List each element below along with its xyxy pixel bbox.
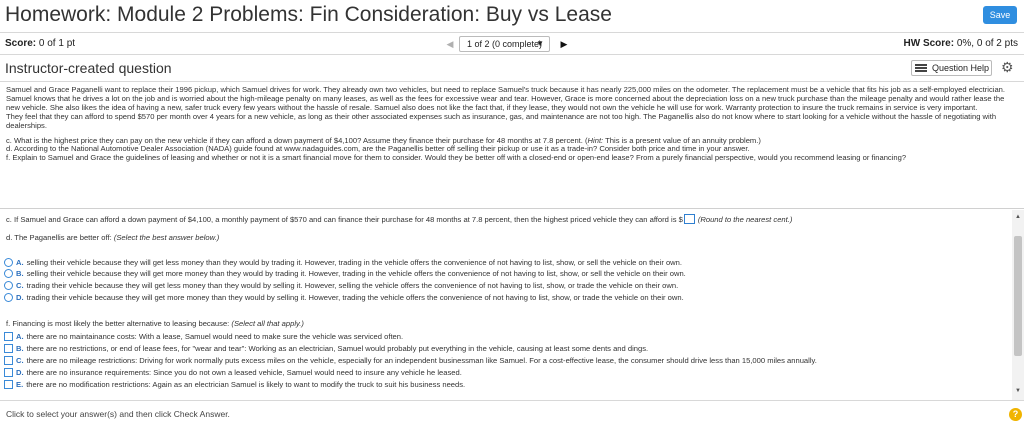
answer-c-text: c. If Samuel and Grace can afford a down… [6,215,683,224]
score: Score: 0 of 1 pt [5,38,75,49]
question-select-value: 1 of 2 (0 complete) [467,39,543,49]
answer-f-text: f. Financing is most likely the better a… [6,319,230,328]
radio-button[interactable] [4,269,13,278]
d-option-d[interactable]: D. trading their vehicle because they wi… [4,292,684,303]
question-help-button[interactable]: Question Help [911,60,992,76]
answer-d: d. The Paganellis are better off: (Selec… [6,233,219,242]
divider [0,208,1024,209]
score-value: 0 of 1 pt [38,38,76,49]
option-text: selling their vehicle because they will … [26,269,686,278]
scenario-paragraph-3: They feel that they can afford to spend … [6,111,997,130]
answer-c-input[interactable] [683,214,695,224]
scrollbar-thumb[interactable] [1014,236,1022,356]
question-c-hint-text: This is a present value of an annuity pr… [603,135,761,145]
scenario-paragraph-2: Samuel knows that he drives a lot on the… [6,93,1005,112]
checkbox[interactable] [4,380,13,389]
chevron-right-icon[interactable]: ▶ [553,36,575,52]
radio-button[interactable] [4,281,13,290]
question-navigator: ◀ 1 of 2 (0 complete) ▼ ▶ [441,36,575,52]
score-label: Score: [5,38,37,49]
caret-down-icon: ▼ [536,39,544,48]
answer-area: c. If Samuel and Grace can afford a down… [0,210,1012,400]
option-text: trading their vehicle because they will … [26,281,679,290]
page-title: Homework: Module 2 Problems: Fin Conside… [5,3,612,26]
question-f-prompt: f. Explain to Samuel and Grace the guide… [6,153,907,163]
help-icon[interactable]: ? [1009,408,1022,421]
radio-button[interactable] [4,293,13,302]
question-type-title: Instructor-created question [5,60,172,76]
answer-d-text: d. The Paganellis are better off: [6,233,112,242]
f-option-c[interactable]: C. there are no mileage restrictions: Dr… [4,355,817,366]
scroll-down-icon[interactable]: ▼ [1015,388,1021,394]
score-bar: Score: 0 of 1 pt ◀ 1 of 2 (0 complete) ▼… [0,33,1024,55]
d-option-a[interactable]: A. selling their vehicle because they wi… [4,257,682,268]
option-text: there are no mileage restrictions: Drivi… [26,356,817,365]
answer-f-hint: (Select all that apply.) [231,319,304,328]
f-option-a[interactable]: A. there are no maintainance costs: With… [4,331,403,342]
option-text: there are no modification restrictions: … [26,380,466,389]
option-letter: D. [16,368,24,377]
option-letter: B. [16,269,24,278]
f-option-d[interactable]: D. there are no insurance requirements: … [4,367,462,378]
radio-button[interactable] [4,258,13,267]
option-letter: D. [16,293,24,302]
scroll-up-icon[interactable]: ▲ [1015,214,1021,220]
option-letter: E. [16,380,24,389]
question-select[interactable]: 1 of 2 (0 complete) ▼ [459,36,550,52]
footer: Click to select your answer(s) and then … [0,400,1024,425]
checkbox[interactable] [4,332,13,341]
checkbox[interactable] [4,356,13,365]
hw-score: HW Score: 0%, 0 of 2 pts [904,38,1019,49]
f-option-b[interactable]: B. there are no restrictions, or end of … [4,343,648,354]
answer-c: c. If Samuel and Grace can afford a down… [6,214,792,224]
option-text: there are no insurance requirements: Sin… [26,368,462,377]
footer-instruction: Click to select your answer(s) and then … [6,409,230,419]
question-c-hint-label: Hint: [587,135,604,145]
option-letter: A. [16,258,24,267]
question-header: Instructor-created question Question Hel… [0,55,1024,82]
answer-f: f. Financing is most likely the better a… [6,319,304,328]
list-icon [915,64,927,72]
question-c-text: c. What is the highest price they can pa… [6,135,588,145]
option-text: there are no maintainance costs: With a … [26,332,404,341]
option-letter: B. [16,344,24,353]
option-letter: A. [16,332,24,341]
option-text: trading their vehicle because they will … [26,293,684,302]
option-text: selling their vehicle because they will … [26,258,682,267]
question-scenario: Samuel and Grace Paganelli want to repla… [6,85,1014,163]
save-button[interactable]: Save [983,6,1017,24]
checkbox[interactable] [4,368,13,377]
d-option-b[interactable]: B. selling their vehicle because they wi… [4,268,686,279]
hw-score-value: 0%, 0 of 2 pts [956,38,1018,49]
title-bar: Homework: Module 2 Problems: Fin Conside… [0,0,1024,33]
option-text: there are no restrictions, or end of lea… [26,344,649,353]
answer-d-hint: (Select the best answer below.) [113,233,220,242]
answer-c-hint: (Round to the nearest cent.) [697,215,793,224]
hw-score-label: HW Score: [903,38,955,49]
chevron-left-icon[interactable]: ◀ [441,36,459,52]
f-option-e[interactable]: E. there are no modification restriction… [4,379,465,390]
answer-scrollbar[interactable]: ▲ ▼ [1012,210,1024,400]
checkbox[interactable] [4,344,13,353]
option-letter: C. [16,281,24,290]
question-help-label: Question Help [932,63,990,73]
option-letter: C. [16,356,24,365]
d-option-c[interactable]: C. trading their vehicle because they wi… [4,280,678,291]
gear-icon[interactable]: ⚙ [1001,59,1014,76]
